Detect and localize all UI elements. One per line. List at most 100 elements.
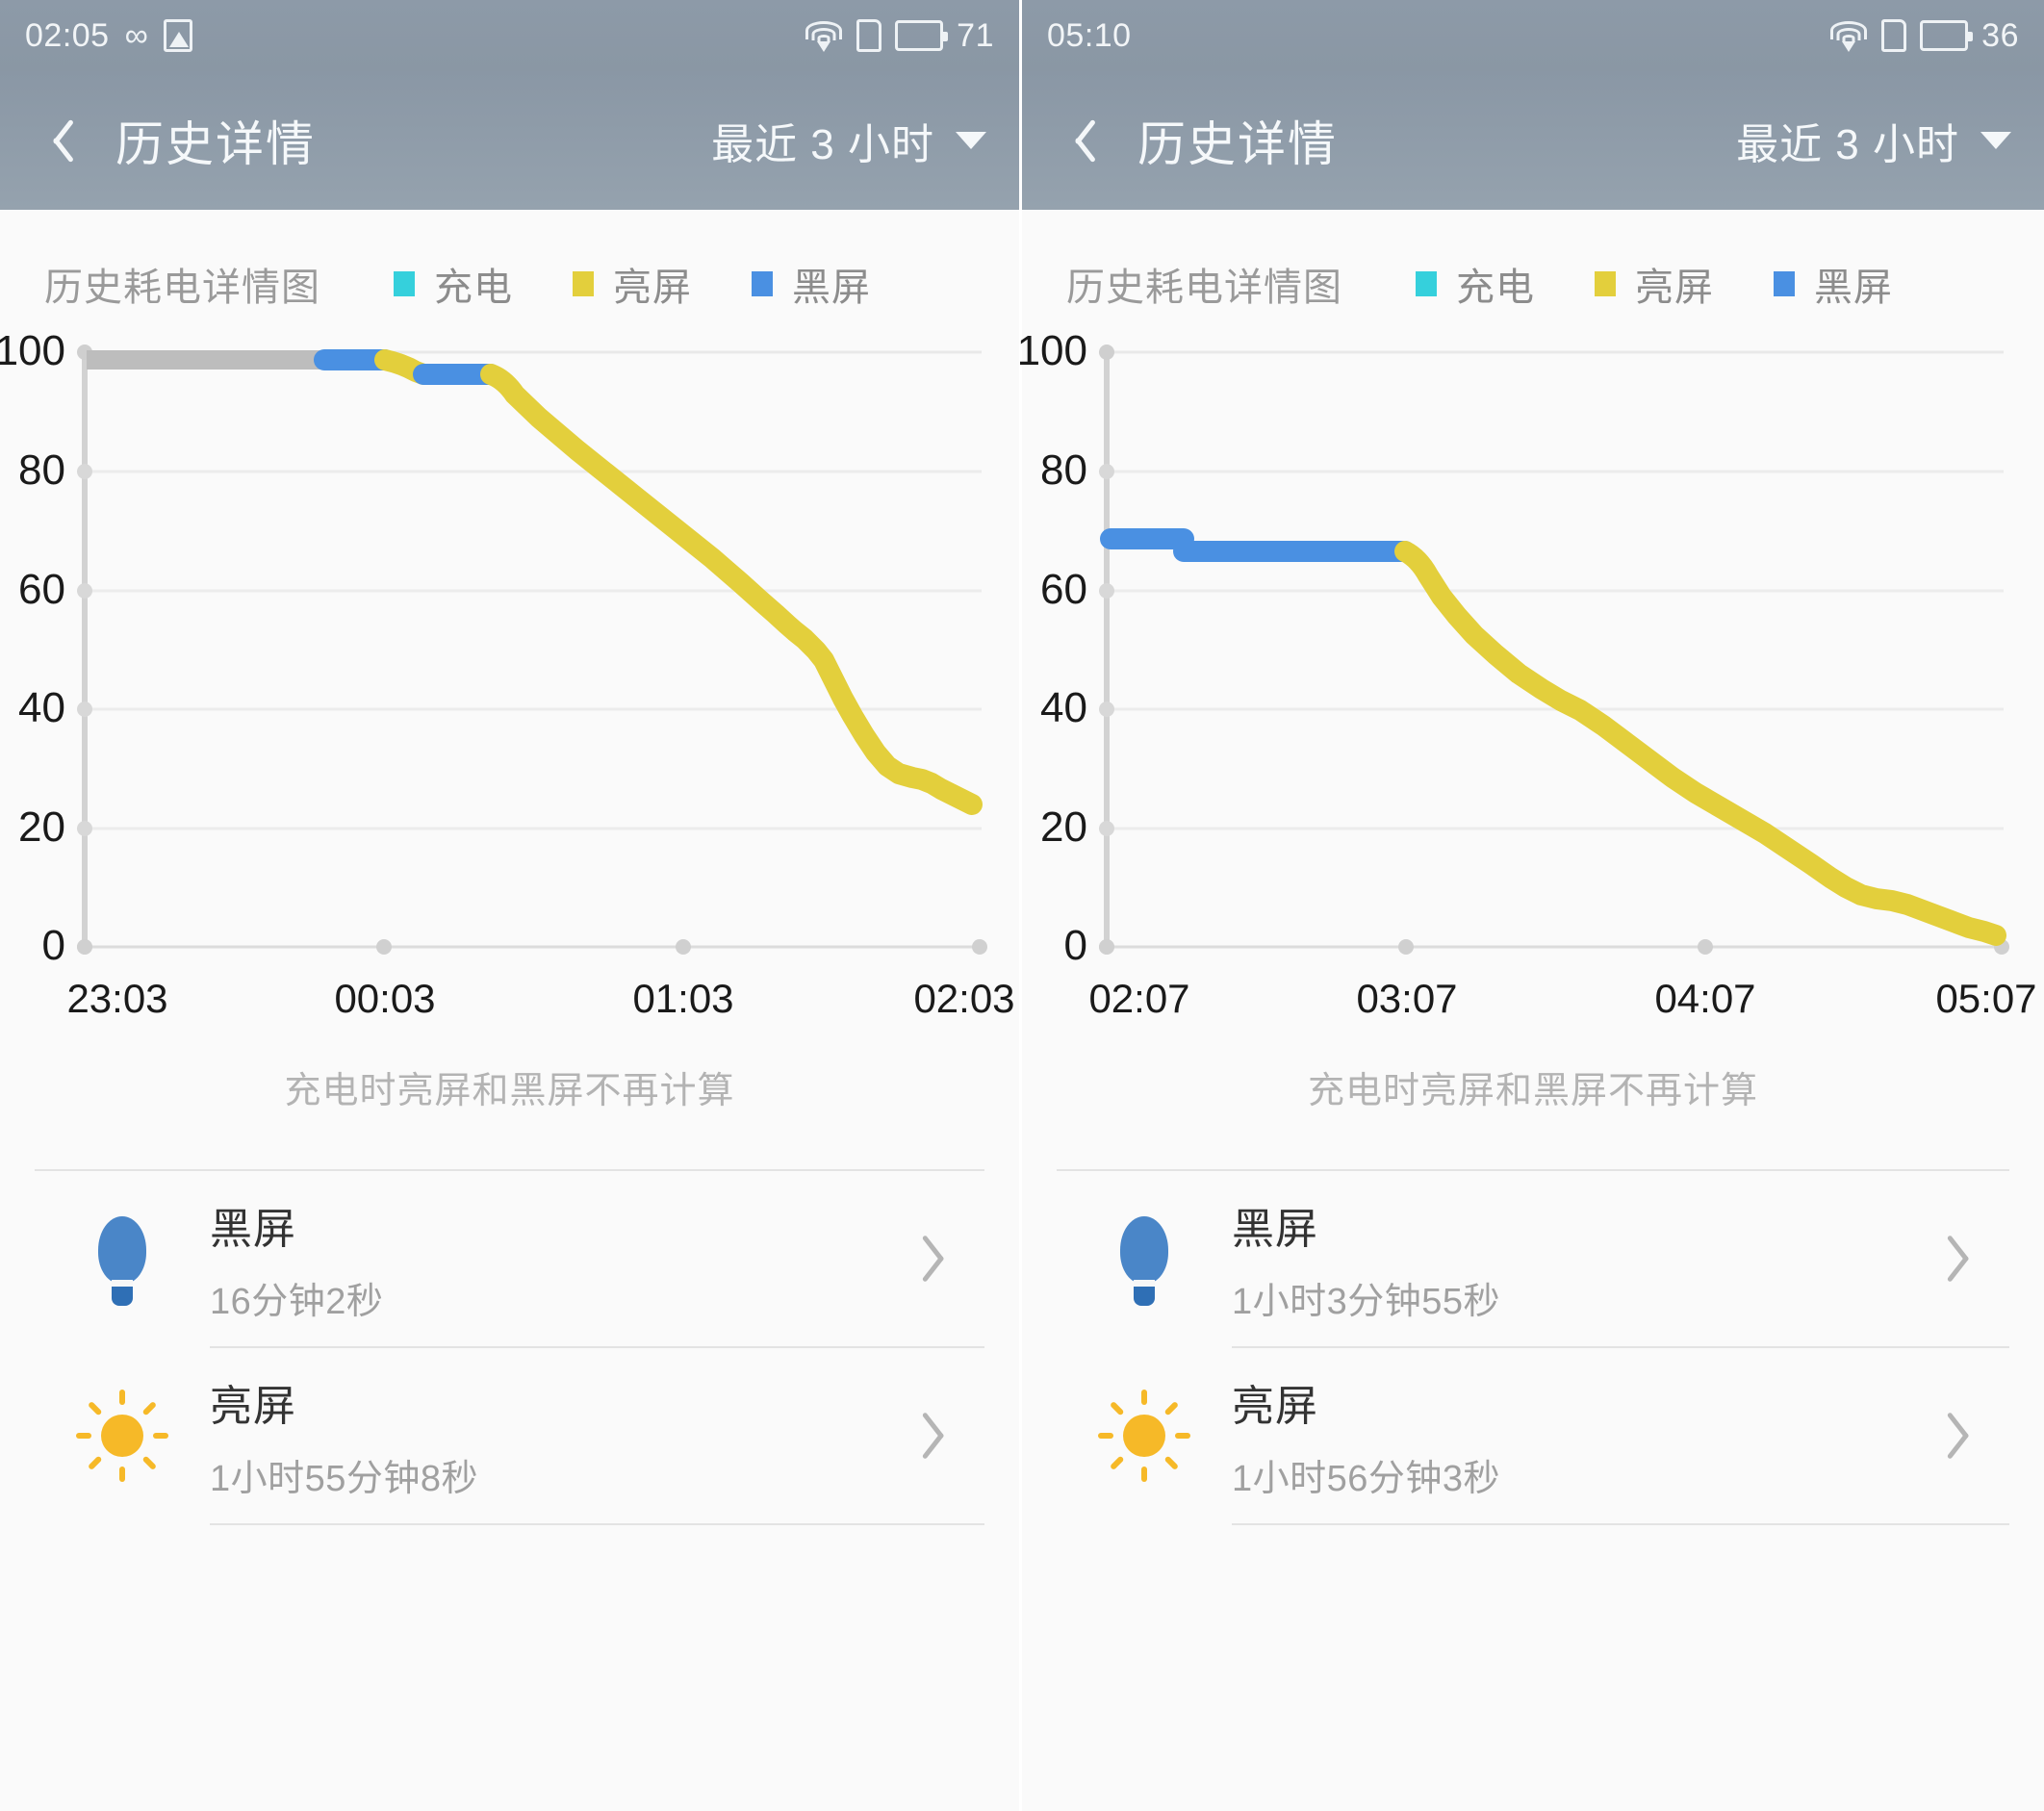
app-bar: 历史详情 最近 3 小时 xyxy=(0,71,1019,210)
y-tick-100: 100 xyxy=(0,327,65,374)
screen-right: 05:10 36 历史详情 最近 3 小时 历史耗电详情图 充电 亮屏 黑屏 1… xyxy=(1017,0,2044,1811)
image-icon xyxy=(163,19,192,52)
chart-legend-title: 历史耗电详情图 xyxy=(1066,267,1342,309)
list-item-title: 黑屏 xyxy=(1232,1205,1318,1253)
status-bar-left: 02:05 ∞ xyxy=(25,17,192,55)
chart-legend-title: 历史耗电详情图 xyxy=(44,267,320,309)
legend-label-screen-off: 黑屏 xyxy=(792,267,871,309)
legend-item-screen-off: 黑屏 xyxy=(752,256,871,312)
list-item-text: 亮屏 1小时55分钟8秒 xyxy=(210,1371,929,1501)
list-divider-bottom xyxy=(1232,1523,2009,1525)
wifi-icon xyxy=(805,21,843,52)
x-tick-0: 02:07 xyxy=(1088,976,1190,1021)
page-title: 历史详情 xyxy=(1137,117,1338,171)
list-item-screen-off[interactable]: 黑屏 16分钟2秒 xyxy=(0,1171,1019,1346)
battery-icon xyxy=(1920,20,1974,51)
y-tick-100: 100 xyxy=(1016,327,1087,374)
chart-canvas xyxy=(77,344,987,955)
sun-icon xyxy=(1057,1390,1232,1482)
chart-note: 充电时亮屏和黑屏不再计算 xyxy=(1307,1071,1758,1111)
legend-swatch-charging xyxy=(394,271,415,296)
x-tick-2: 01:03 xyxy=(632,976,734,1021)
chevron-right-icon[interactable] xyxy=(929,1230,961,1288)
legend-swatch-screen-on xyxy=(573,271,594,296)
status-bar-right: 71 xyxy=(805,17,994,55)
list-item-title: 黑屏 xyxy=(210,1205,296,1253)
status-bar-left: 05:10 xyxy=(1047,17,1132,55)
y-tick-80: 80 xyxy=(18,446,65,494)
y-tick-40: 40 xyxy=(1040,684,1087,731)
app-bar: 历史详情 最近 3 小时 xyxy=(1022,71,2044,210)
legend-label-charging: 充电 xyxy=(434,267,513,309)
chart-note: 充电时亮屏和黑屏不再计算 xyxy=(284,1071,735,1111)
list-item-text: 黑屏 16分钟2秒 xyxy=(210,1194,929,1324)
time-range-selector[interactable]: 最近 3 小时 xyxy=(711,110,986,171)
bulb-icon xyxy=(35,1209,210,1309)
time-range-label: 最近 3 小时 xyxy=(1736,121,1959,168)
back-icon[interactable] xyxy=(1059,113,1097,168)
list-item-text: 黑屏 1小时3分钟55秒 xyxy=(1232,1194,1954,1324)
legend-swatch-screen-off xyxy=(752,271,773,296)
list-item-screen-on[interactable]: 亮屏 1小时56分钟3秒 xyxy=(1022,1348,2044,1523)
wifi-icon xyxy=(1829,21,1868,52)
list-item-duration: 1小时55分钟8秒 xyxy=(210,1458,479,1499)
x-tick-1: 00:03 xyxy=(334,976,436,1021)
battery-level-label: 71 xyxy=(957,16,994,54)
list-item-duration: 16分钟2秒 xyxy=(210,1281,384,1322)
sim-icon xyxy=(856,19,882,52)
y-tick-80: 80 xyxy=(1040,446,1087,494)
page-title: 历史详情 xyxy=(115,117,316,171)
x-tick-2: 04:07 xyxy=(1654,976,1756,1021)
list-divider-bottom xyxy=(210,1523,984,1525)
legend-item-screen-on: 亮屏 xyxy=(1595,256,1714,312)
legend-label-charging: 充电 xyxy=(1456,267,1535,309)
chevron-right-icon[interactable] xyxy=(1954,1230,1986,1288)
time-range-selector[interactable]: 最近 3 小时 xyxy=(1736,110,2011,171)
status-clock: 05:10 xyxy=(1047,16,1132,54)
screen-left: 02:05 ∞ 71 历史详情 最近 3 小时 历史耗电详情图 充电 亮屏 黑屏… xyxy=(0,0,1022,1811)
chart-canvas xyxy=(1099,344,2009,955)
y-tick-0: 0 xyxy=(1063,922,1087,969)
x-tick-1: 03:07 xyxy=(1356,976,1458,1021)
legend-item-screen-on: 亮屏 xyxy=(573,256,692,312)
list-item-text: 亮屏 1小时56分钟3秒 xyxy=(1232,1371,1954,1501)
status-bar-right: 36 xyxy=(1829,17,2019,55)
y-tick-0: 0 xyxy=(41,922,65,969)
list-item-title: 亮屏 xyxy=(210,1382,296,1430)
list-item-screen-off[interactable]: 黑屏 1小时3分钟55秒 xyxy=(1022,1171,2044,1346)
x-tick-0: 23:03 xyxy=(66,976,168,1021)
legend-item-charging: 充电 xyxy=(394,256,513,312)
legend-item-charging: 充电 xyxy=(1416,256,1535,312)
y-tick-20: 20 xyxy=(1040,803,1087,851)
status-clock: 02:05 xyxy=(25,16,110,54)
chevron-right-icon[interactable] xyxy=(1954,1407,1986,1465)
legend-label-screen-off: 黑屏 xyxy=(1814,267,1893,309)
battery-history-chart-right: 100 80 60 40 20 0 02:07 03:07 04:07 05:0… xyxy=(1017,312,2044,1043)
y-tick-40: 40 xyxy=(18,684,65,731)
x-tick-3: 05:07 xyxy=(1935,976,2037,1021)
sim-icon xyxy=(1881,19,1907,52)
usage-list: 黑屏 1小时3分钟55秒 亮屏 1小时56分钟3秒 xyxy=(1022,1169,2044,1525)
status-bar: 02:05 ∞ 71 xyxy=(0,0,1019,71)
battery-history-chart-left: 100 80 60 40 20 0 23:03 00:03 01:03 02:0… xyxy=(0,312,1022,1043)
chevron-right-icon[interactable] xyxy=(929,1407,961,1465)
y-tick-60: 60 xyxy=(1040,566,1087,613)
legend-item-screen-off: 黑屏 xyxy=(1774,256,1893,312)
battery-level-label: 36 xyxy=(1981,16,2019,54)
list-item-screen-on[interactable]: 亮屏 1小时55分钟8秒 xyxy=(0,1348,1019,1523)
dual-screenshot-container: 02:05 ∞ 71 历史详情 最近 3 小时 历史耗电详情图 充电 亮屏 黑屏… xyxy=(0,0,2044,1811)
list-item-duration: 1小时3分钟55秒 xyxy=(1232,1281,1501,1322)
back-icon[interactable] xyxy=(37,113,75,168)
y-tick-20: 20 xyxy=(18,803,65,851)
chart-legend: 历史耗电详情图 充电 亮屏 黑屏 xyxy=(0,210,1019,312)
usage-list: 黑屏 16分钟2秒 亮屏 1小时55分钟8秒 xyxy=(0,1169,1019,1525)
legend-swatch-screen-on xyxy=(1595,271,1616,296)
bulb-icon xyxy=(1057,1209,1232,1309)
chevron-down-icon xyxy=(1980,132,2011,149)
list-item-title: 亮屏 xyxy=(1232,1382,1318,1430)
time-range-label: 最近 3 小时 xyxy=(711,121,934,168)
battery-icon xyxy=(895,20,949,51)
legend-swatch-screen-off xyxy=(1774,271,1795,296)
list-item-duration: 1小时56分钟3秒 xyxy=(1232,1458,1501,1499)
legend-label-screen-on: 亮屏 xyxy=(613,267,692,309)
